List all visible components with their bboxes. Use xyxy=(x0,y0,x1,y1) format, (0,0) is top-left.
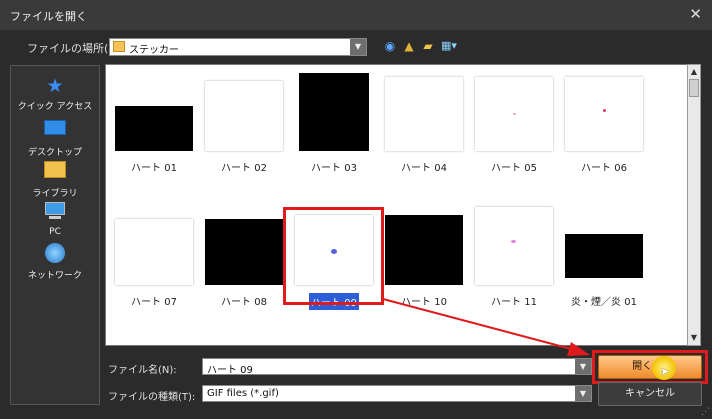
cursor-icon: ➤ xyxy=(660,365,670,378)
filetype-select[interactable]: GIF files (*.gif) ▼ xyxy=(202,385,592,402)
filename-input[interactable]: ハート 09 ▼ xyxy=(202,358,592,376)
filename-label: ファイル名(N): xyxy=(108,365,177,376)
filetype-label: ファイルの種類(T): xyxy=(108,392,196,403)
chevron-down-icon[interactable]: ▼ xyxy=(575,386,591,401)
cancel-button[interactable]: キャンセル xyxy=(598,382,702,406)
filename-value: ハート 09 xyxy=(207,365,253,376)
open-button[interactable]: 開く(O) xyxy=(598,355,702,379)
resize-grip-icon[interactable]: ⋰ xyxy=(701,407,710,417)
chevron-down-icon[interactable]: ▼ xyxy=(575,359,591,374)
filetype-value: GIF files (*.gif) xyxy=(207,388,279,399)
